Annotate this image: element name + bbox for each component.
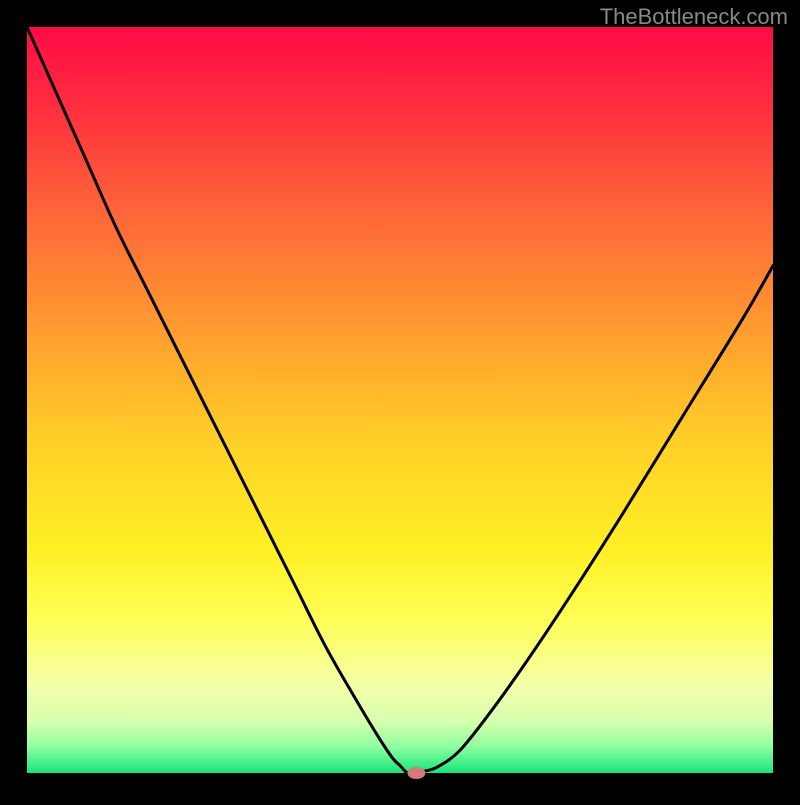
optimal-point-marker [407,767,425,779]
watermark-text: TheBottleneck.com [600,4,788,30]
chart-container [0,0,800,800]
bottleneck-chart [0,0,800,800]
plot-background [27,27,773,773]
